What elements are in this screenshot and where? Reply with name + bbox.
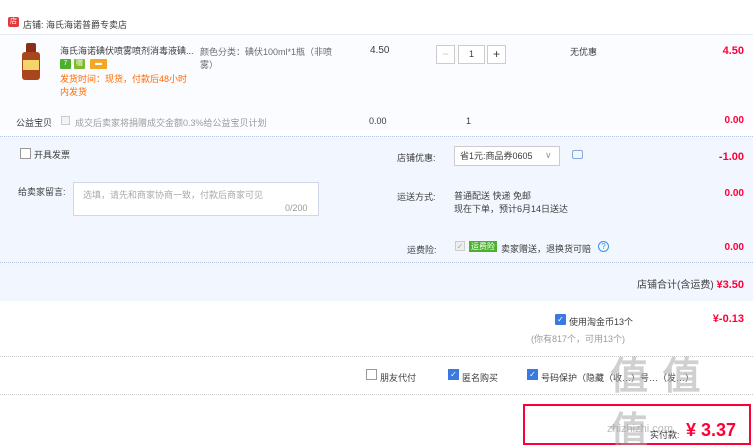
charity-subtotal: 0.00 [724, 115, 744, 126]
divider [0, 262, 753, 263]
anonymous-purchase-label[interactable]: 匿名购买 [462, 371, 498, 384]
message-label: 给卖家留言: [18, 187, 66, 197]
charity-label: 公益宝贝 [16, 118, 53, 128]
insurance-badge: 运费险 [469, 241, 497, 252]
unit-price: 4.50 [370, 45, 390, 56]
phone-protection-checkbox[interactable]: ✓ [527, 369, 538, 380]
insurance-text: 卖家赠送，退换货可赔 [501, 244, 592, 254]
friend-pay-label[interactable]: 朋友代付 [380, 371, 416, 384]
store-name[interactable]: 店铺: 海氏海诺普爵专卖店 [23, 18, 127, 31]
store-total-amount: ¥3.50 [716, 279, 744, 291]
delivery-label: 运送方式: [397, 192, 436, 202]
anonymous-purchase-checkbox[interactable]: ✓ [448, 369, 459, 380]
store-icon: 店 [8, 17, 19, 27]
product-image-label [23, 60, 39, 70]
product-spec: 颜色分类：碘伏100ml*1瓶（非喷雾） [200, 47, 333, 70]
invoice-label[interactable]: 开具发票 [34, 148, 70, 161]
coins-label[interactable]: 使用淘金币13个 [569, 315, 633, 328]
item-discount: 无优惠 [570, 47, 598, 57]
invoice-checkbox[interactable] [20, 148, 31, 159]
payment-amount: ¥ 3.37 [686, 420, 737, 440]
service-badge-gift: 赠 [74, 59, 85, 69]
quantity-increase-button[interactable]: + [487, 45, 506, 64]
service-badge-7day: 7 [60, 59, 71, 69]
friend-pay-checkbox[interactable] [366, 369, 377, 380]
service-badge-card: ▬ [90, 59, 107, 69]
coupon-amount: -1.00 [718, 151, 744, 163]
store-total-label: 店铺合计(含运费) [637, 280, 714, 291]
shipping-note: 发货时间：现货，付款后48小时内发货 [60, 74, 188, 97]
quantity-decrease-button[interactable]: − [436, 45, 455, 64]
insurance-checkbox: ✓ [455, 241, 465, 251]
chat-icon[interactable] [572, 150, 583, 159]
help-icon[interactable]: ? [598, 241, 609, 252]
message-char-count: 0/200 [285, 203, 308, 213]
coupon-label: 店铺优惠: [397, 153, 436, 163]
product-title[interactable]: 海氏海诺碘伏喷雾喷剂消毒液碘... [60, 46, 195, 57]
message-placeholder: 选填，请先和商家协商一致，付款后商家可见 [83, 190, 264, 200]
delivery-amount: 0.00 [724, 188, 744, 199]
charity-checkbox [61, 116, 70, 125]
item-subtotal: 4.50 [722, 45, 744, 57]
charity-price: 0.00 [369, 116, 387, 126]
insurance-label: 运费险: [407, 245, 437, 255]
insurance-amount: 0.00 [724, 242, 744, 253]
coins-amount: ¥-0.13 [712, 313, 744, 325]
delivery-eta: 现在下单，预计6月14日送达 [454, 204, 569, 214]
delivery-method: 普通配送 快递 免邮 现在下单，预计6月14日送达 [454, 190, 568, 216]
quantity-input[interactable]: 1 [458, 45, 485, 64]
coins-checkbox[interactable]: ✓ [555, 314, 566, 325]
charity-text: 成交后卖家将捐赠成交金额0.3%给公益宝贝计划 [75, 118, 267, 128]
store-total: 店铺合计(含运费) ¥3.50 [637, 276, 744, 291]
payment-label: 实付款: [650, 430, 680, 440]
delivery-method-line: 普通配送 快递 免邮 [454, 191, 532, 201]
coins-availability: (你有817个，可用13个) [531, 334, 626, 344]
chevron-down-icon[interactable]: ∨ [545, 150, 552, 161]
charity-qty: 1 [466, 116, 472, 126]
